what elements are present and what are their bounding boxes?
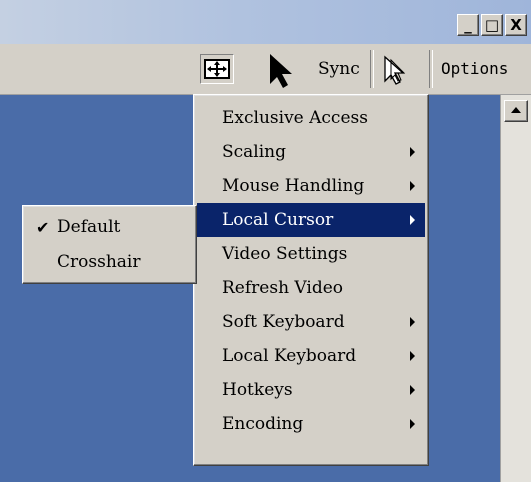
menu-item-local-keyboard[interactable]: Local Keyboard bbox=[197, 339, 425, 373]
submenu-arrow-icon bbox=[410, 351, 415, 361]
menu-item-label: Refresh Video bbox=[222, 278, 344, 298]
minimize-icon: _ bbox=[464, 15, 472, 34]
cursor-mode-button[interactable] bbox=[262, 50, 302, 90]
menu-item-label: Encoding bbox=[222, 414, 304, 434]
menu-item-refresh-video[interactable]: Refresh Video bbox=[197, 271, 425, 305]
toolbar-separator bbox=[429, 50, 433, 88]
submenu-arrow-icon bbox=[410, 317, 415, 327]
menu-item-label: Hotkeys bbox=[222, 380, 293, 400]
fit-window-button[interactable] bbox=[200, 54, 234, 84]
scroll-up-button[interactable] bbox=[504, 100, 528, 122]
menu-item-encoding[interactable]: Encoding bbox=[197, 407, 425, 441]
submenu-arrow-icon bbox=[410, 385, 415, 395]
menu-item-soft-keyboard[interactable]: Soft Keyboard bbox=[197, 305, 425, 339]
minimize-button[interactable]: _ bbox=[457, 14, 479, 36]
fit-window-icon bbox=[204, 59, 230, 79]
window-controls: _ □ X bbox=[457, 14, 527, 36]
menu-item-label: Local Keyboard bbox=[222, 346, 357, 366]
close-button[interactable]: X bbox=[505, 14, 527, 36]
menu-item-local-cursor[interactable]: Local Cursor bbox=[197, 203, 425, 237]
menu-item-scaling[interactable]: Scaling bbox=[197, 135, 425, 169]
maximize-icon: □ bbox=[484, 15, 500, 34]
toolbar: Sync Options bbox=[0, 44, 531, 95]
outline-cursor-icon bbox=[384, 55, 406, 85]
menu-item-label: Soft Keyboard bbox=[222, 312, 345, 332]
submenu-arrow-icon bbox=[410, 419, 415, 429]
menu-item-label: Local Cursor bbox=[222, 210, 334, 230]
title-bar: _ □ X bbox=[0, 0, 531, 44]
menu-item-exclusive-access[interactable]: Exclusive Access bbox=[197, 101, 425, 135]
menu-item-hotkeys[interactable]: Hotkeys bbox=[197, 373, 425, 407]
local-cursor-toggle-button[interactable] bbox=[380, 54, 410, 86]
menu-item-mouse-handling[interactable]: Mouse Handling bbox=[197, 169, 425, 203]
toolbar-separator bbox=[370, 50, 374, 88]
submenu-item-label: Crosshair bbox=[57, 252, 141, 272]
menu-item-label: Mouse Handling bbox=[222, 176, 365, 196]
checkmark-icon: ✔ bbox=[36, 218, 50, 237]
menu-item-label: Exclusive Access bbox=[222, 108, 368, 128]
menu-item-video-settings[interactable]: Video Settings bbox=[197, 237, 425, 271]
submenu-arrow-icon bbox=[410, 215, 415, 225]
submenu-item-crosshair[interactable]: Crosshair bbox=[26, 245, 193, 280]
menu-item-label: Scaling bbox=[222, 142, 287, 162]
arrow-cursor-icon bbox=[270, 54, 292, 88]
sync-button[interactable]: Sync bbox=[318, 59, 360, 79]
close-icon: X bbox=[510, 15, 522, 34]
submenu-arrow-icon bbox=[410, 181, 415, 191]
kvm-viewer-window: _ □ X Sync Options Exclusive Access Scal… bbox=[0, 0, 531, 482]
vertical-scrollbar[interactable] bbox=[500, 95, 531, 482]
menu-item-label: Video Settings bbox=[222, 244, 348, 264]
options-menu-button[interactable]: Options bbox=[441, 59, 508, 78]
submenu-item-default[interactable]: ✔ Default bbox=[26, 210, 193, 245]
submenu-arrow-icon bbox=[410, 147, 415, 157]
maximize-button[interactable]: □ bbox=[481, 14, 503, 36]
submenu-item-label: Default bbox=[57, 217, 121, 237]
local-cursor-submenu: ✔ Default Crosshair bbox=[22, 205, 197, 284]
options-menu: Exclusive Access Scaling Mouse Handling … bbox=[193, 94, 429, 466]
